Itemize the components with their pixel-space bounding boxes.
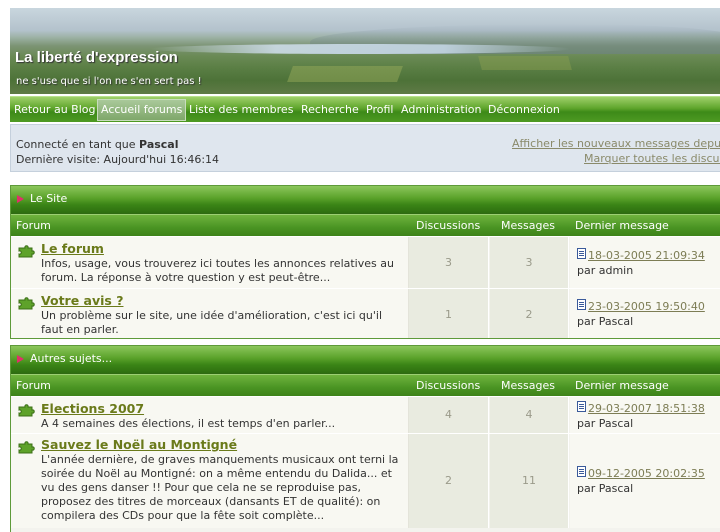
site-subtitle: ne s'use que si l'on ne s'en sert pas ! — [16, 76, 202, 87]
messages-count: 11 — [522, 474, 536, 487]
forum-puzzle-icon — [18, 404, 35, 417]
nav-search[interactable]: Recherche — [298, 99, 362, 121]
category-title: Autres sujets... — [30, 352, 113, 365]
forum-description: L'année dernière, de graves manquements … — [41, 453, 399, 522]
post-page-icon — [577, 248, 586, 259]
forum-row: Elections 2007 A 4 semaines des élection… — [11, 396, 720, 433]
nav-back-to-blog[interactable]: Retour au Blog — [11, 99, 98, 121]
last-message-cell: 18-03-2005 21:09:34 par admin — [570, 237, 720, 288]
discussions-count: 4 — [445, 408, 452, 421]
col-messages: Messages — [501, 379, 555, 392]
last-message-date-link[interactable]: 23-03-2005 19:50:40 — [588, 300, 705, 313]
category-le-site: Le Site Forum Discussions Messages Derni… — [10, 185, 720, 339]
forum-link[interactable]: Votre avis ? — [41, 293, 123, 308]
messages-count: 4 — [525, 408, 533, 421]
last-message-date-link[interactable]: 09-12-2005 20:02:35 — [588, 467, 705, 480]
category-header: Le Site — [11, 186, 720, 214]
col-messages: Messages — [501, 219, 555, 232]
forum-description: A 4 semaines des élections, il est temps… — [41, 417, 336, 430]
forum-main-cell: Le forum Infos, usage, vous trouverez ic… — [11, 237, 409, 288]
show-new-messages-link[interactable]: Afficher les nouveaux messages depuis — [512, 137, 720, 150]
discussions-cell: 1 — [409, 289, 489, 338]
category-header: Autres sujets... — [11, 346, 720, 374]
nav-logout[interactable]: Déconnexion — [485, 99, 563, 121]
forum-row: Votre avis ? Un problème sur le site, un… — [11, 288, 720, 338]
last-message-author: par Pascal — [577, 417, 634, 430]
last-message-cell: 09-12-2005 20:02:35 par Pascal — [570, 434, 720, 528]
last-message-author: par Pascal — [577, 315, 634, 328]
forum-description: Un problème sur le site, une idée d'amél… — [41, 309, 383, 336]
main-navbar: Retour au Blog Accueil forums Liste des … — [10, 96, 720, 122]
messages-cell: 2 — [490, 289, 569, 338]
category-autres-sujets: Autres sujets... Forum Discussions Messa… — [10, 345, 720, 532]
discussions-count: 1 — [445, 308, 452, 321]
discussions-cell: 3 — [409, 237, 489, 288]
forum-main-cell: Votre avis ? Un problème sur le site, un… — [11, 289, 409, 338]
header-banner: La liberté d'expression ne s'use que si … — [10, 8, 720, 94]
mark-all-read-link[interactable]: Marquer toutes les discussions — [584, 152, 720, 165]
username: Pascal — [139, 138, 179, 151]
messages-cell: 3 — [490, 237, 569, 288]
nav-forums-home[interactable]: Accueil forums — [97, 99, 187, 121]
forum-link[interactable]: Sauvez le Noël au Montigné — [41, 437, 237, 452]
discussions-count: 3 — [445, 256, 452, 269]
col-forum: Forum — [16, 379, 51, 392]
forum-row: Sauvez le Noël au Montigné L'année derni… — [11, 433, 720, 528]
col-forum: Forum — [16, 219, 51, 232]
forum-row: Le forum Infos, usage, vous trouverez ic… — [11, 236, 720, 288]
banner-field — [287, 66, 403, 82]
forum-link[interactable]: Elections 2007 — [41, 401, 144, 416]
user-info-panel: Connecté en tant que Pascal Dernière vis… — [10, 124, 720, 172]
last-message-date-link[interactable]: 29-03-2007 18:51:38 — [588, 402, 705, 415]
col-discussions: Discussions — [416, 379, 481, 392]
last-message-author: par Pascal — [577, 482, 634, 495]
last-message-cell: 29-03-2007 18:51:38 par Pascal — [570, 397, 720, 433]
messages-count: 2 — [525, 308, 533, 321]
forum-puzzle-icon — [18, 297, 35, 310]
discussions-count: 2 — [445, 474, 452, 487]
column-header-row: Forum Discussions Messages Dernier messa… — [11, 214, 720, 236]
nav-administration[interactable]: Administration — [398, 99, 485, 121]
banner-lake — [150, 44, 570, 54]
discussions-cell: 4 — [409, 397, 489, 433]
last-message-author: par admin — [577, 264, 634, 277]
logged-in-status: Connecté en tant que Pascal — [16, 138, 179, 151]
col-last-message: Dernier message — [575, 219, 669, 232]
forum-main-cell: Sauvez le Noël au Montigné L'année derni… — [11, 434, 409, 528]
category-title: Le Site — [30, 192, 68, 205]
last-message-date-link[interactable]: 18-03-2005 21:09:34 — [588, 249, 705, 262]
site-title: La liberté d'expression — [15, 49, 178, 66]
post-page-icon — [577, 401, 586, 412]
column-header-row: Forum Discussions Messages Dernier messa… — [11, 374, 720, 396]
discussions-cell: 2 — [409, 434, 489, 528]
messages-count: 3 — [525, 256, 533, 269]
banner-field — [478, 56, 572, 70]
category-arrow-icon — [17, 195, 24, 203]
messages-cell: 4 — [490, 397, 569, 433]
forum-link[interactable]: Le forum — [41, 241, 104, 256]
post-page-icon — [577, 466, 586, 477]
category-arrow-icon — [17, 355, 24, 363]
forum-main-cell: Elections 2007 A 4 semaines des élection… — [11, 397, 409, 433]
messages-cell: 11 — [490, 434, 569, 528]
post-page-icon — [577, 299, 586, 310]
forum-puzzle-icon — [18, 441, 35, 454]
nav-profile[interactable]: Profil — [363, 99, 396, 121]
forum-description: Infos, usage, vous trouverez ici toutes … — [41, 257, 394, 284]
logged-in-label: Connecté en tant que — [16, 138, 136, 151]
col-discussions: Discussions — [416, 219, 481, 232]
forum-puzzle-icon — [18, 245, 35, 258]
last-visit: Dernière visite: Aujourd'hui 16:46:14 — [16, 153, 220, 166]
last-message-cell: 23-03-2005 19:50:40 par Pascal — [570, 289, 720, 338]
nav-members-list[interactable]: Liste des membres — [186, 99, 296, 121]
col-last-message: Dernier message — [575, 379, 669, 392]
